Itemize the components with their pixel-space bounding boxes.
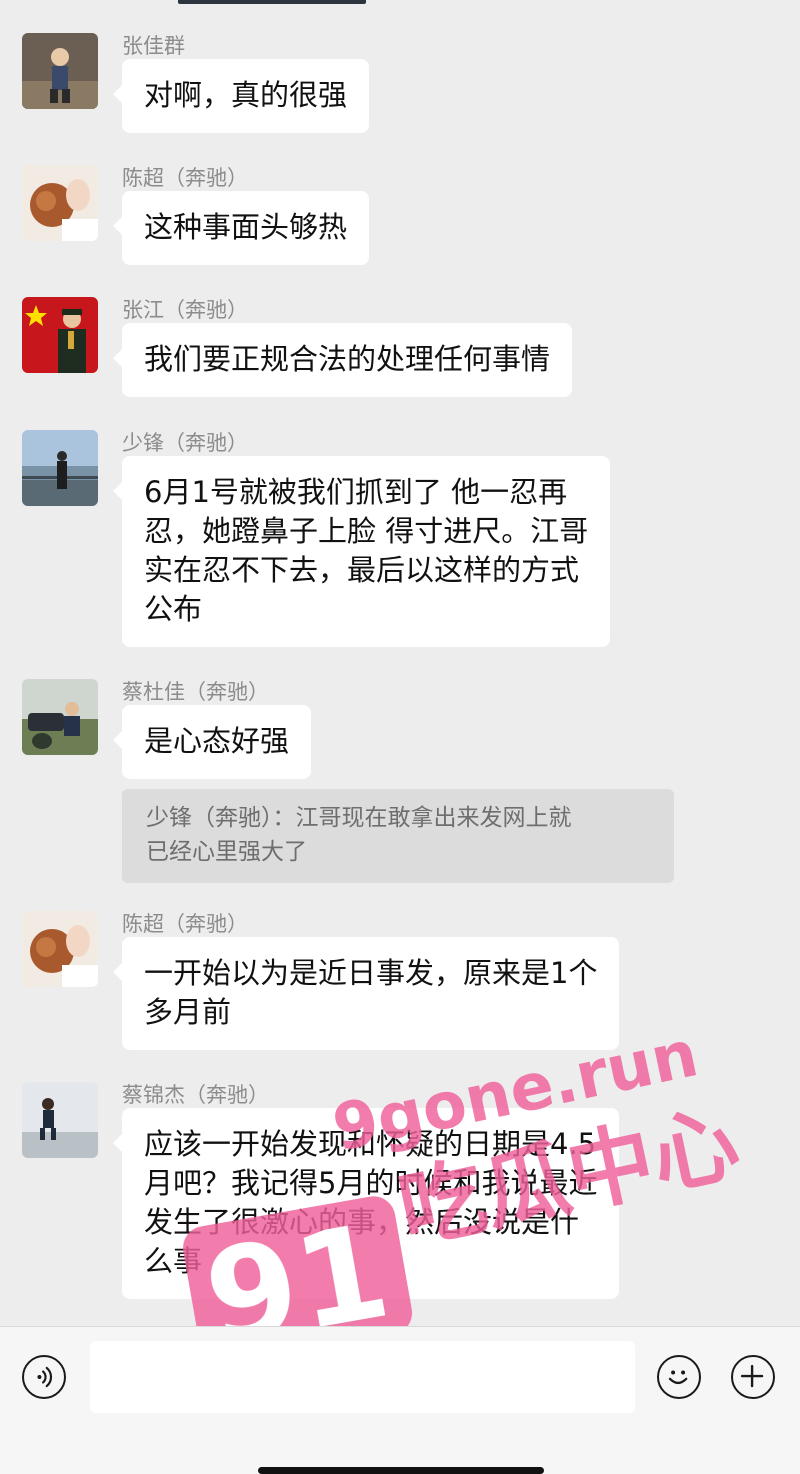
emoji-button[interactable] xyxy=(657,1355,701,1399)
message-bubble[interactable]: 是心态好强 xyxy=(112,705,312,779)
voice-button[interactable] xyxy=(22,1355,66,1399)
message-line: 应该一开始发现和怀疑的日期是4.5 xyxy=(144,1127,597,1161)
emoji-icon xyxy=(668,1370,688,1384)
message-input[interactable] xyxy=(90,1341,635,1413)
avatar[interactable] xyxy=(22,297,98,373)
message-bubble[interactable]: 6月1号就被我们抓到了 他一忍再 忍，她蹬鼻子上脸 得寸进尺。江哥 实在忍不下去… xyxy=(112,456,611,647)
quoted-reply[interactable]: 少锋（奔驰）：江哥现在敢拿出来发网上就 已经心里强大了 xyxy=(122,789,674,883)
plus-button[interactable] xyxy=(731,1355,775,1399)
message-bubble[interactable]: 这种事面头够热 xyxy=(112,191,370,265)
avatar[interactable] xyxy=(22,911,98,987)
message-line: 实在忍不下去，最后以这样的方式 xyxy=(144,553,580,587)
message-line: 忍，她蹬鼻子上脸 得寸进尺。江哥 xyxy=(144,514,589,548)
input-bar xyxy=(0,1326,800,1474)
avatar[interactable] xyxy=(22,165,98,241)
message-line: 公布 xyxy=(144,592,203,626)
sender-name: 张江（奔驰） xyxy=(122,298,248,322)
message-line: 一开始以为是近日事发，原来是1个 xyxy=(144,956,598,990)
message-bubble[interactable]: 对啊，真的很强 xyxy=(112,59,370,133)
avatar[interactable] xyxy=(22,1082,98,1158)
quote-line: 已经心里强大了 xyxy=(146,839,307,865)
message-line: 6月1号就被我们抓到了 他一忍再 xyxy=(144,475,568,509)
avatar[interactable] xyxy=(22,33,98,109)
message-line: 月吧？我记得5月的时候和我说最近 xyxy=(144,1166,598,1200)
sender-name: 蔡锦杰（奔驰） xyxy=(122,1083,269,1107)
sender-name: 蔡杜佳（奔驰） xyxy=(122,680,269,704)
voice-icon xyxy=(37,1366,53,1388)
message-line: 么事 xyxy=(144,1244,203,1278)
message-bubble[interactable]: 一开始以为是近日事发，原来是1个 多月前 xyxy=(112,937,620,1050)
plus-icon xyxy=(740,1364,764,1388)
sender-name: 少锋（奔驰） xyxy=(122,431,248,455)
quote-line: 少锋（奔驰）：江哥现在敢拿出来发网上就 xyxy=(146,805,572,831)
message-bubble[interactable]: 我们要正规合法的处理任何事情 xyxy=(112,323,573,397)
avatar[interactable] xyxy=(22,430,98,506)
message-bubble[interactable]: 应该一开始发现和怀疑的日期是4.5 月吧？我记得5月的时候和我说最近 发生了很激… xyxy=(112,1108,620,1299)
message-line: 发生了很激心的事，然后没说是什 xyxy=(144,1205,580,1239)
avatar[interactable] xyxy=(22,679,98,755)
sender-name: 陈超（奔驰） xyxy=(122,166,248,190)
sender-name: 陈超（奔驰） xyxy=(122,912,248,936)
sender-name: 张佳群 xyxy=(122,34,185,58)
message-line: 多月前 xyxy=(144,995,232,1029)
previous-image-edge xyxy=(178,0,366,4)
